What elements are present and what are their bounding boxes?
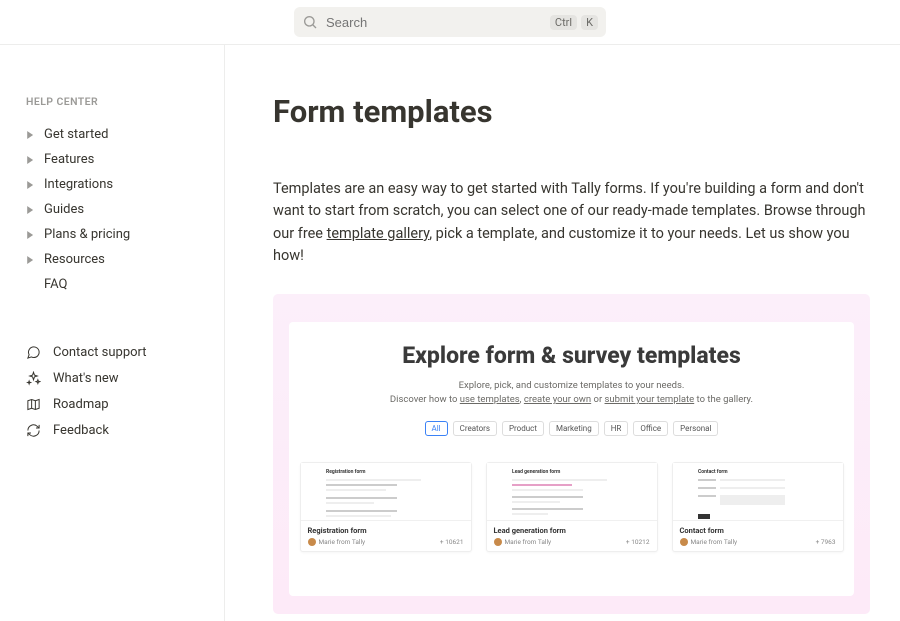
sidebar-whats-new[interactable]: What's new <box>26 365 206 391</box>
chevron-right-icon <box>26 156 34 164</box>
sidebar-item-resources[interactable]: Resources <box>26 247 206 272</box>
template-card[interactable]: Registration form Registration form Mari… <box>300 462 472 552</box>
sidebar-nav: Get started Features Integrations Guides… <box>26 122 206 297</box>
sidebar-item-features[interactable]: Features <box>26 147 206 172</box>
hero-sub-line2: Discover how to use templates, create yo… <box>390 393 753 407</box>
main-content: Form templates Templates are an easy way… <box>225 45 900 621</box>
map-icon <box>26 397 41 412</box>
sidebar-item-label: Plans & pricing <box>44 227 130 242</box>
sidebar-contact-support[interactable]: Contact support <box>26 339 206 365</box>
search-shortcut: Ctrl K <box>550 15 598 30</box>
template-card[interactable]: Lead generation form Lead generation for… <box>486 462 658 552</box>
sidebar-item-label: Integrations <box>44 177 113 192</box>
sidebar-item-integrations[interactable]: Integrations <box>26 172 206 197</box>
sidebar-item-get-started[interactable]: Get started <box>26 122 206 147</box>
search-icon <box>302 14 318 30</box>
chevron-right-icon <box>26 231 34 239</box>
filter-personal[interactable]: Personal <box>673 421 718 436</box>
sidebar-item-label: Contact support <box>53 345 147 360</box>
card-footer: Contact form Marie from Tally + 7963 <box>673 521 843 551</box>
card-title: Lead generation form <box>494 526 650 535</box>
sidebar-feedback[interactable]: Feedback <box>26 417 206 443</box>
sidebar-item-label: FAQ <box>44 277 67 292</box>
page-title: Form templates <box>273 93 870 130</box>
kbd-ctrl: Ctrl <box>550 15 577 30</box>
hero-sub-line1: Explore, pick, and customize templates t… <box>390 379 753 393</box>
chevron-right-icon <box>26 256 34 264</box>
template-cards: Registration form Registration form Mari… <box>299 462 844 552</box>
avatar <box>680 538 688 546</box>
filter-row: All Creators Product Marketing HR Office… <box>425 421 719 436</box>
chevron-right-icon <box>26 181 34 189</box>
chevron-right-icon <box>26 131 34 139</box>
card-title: Contact form <box>680 526 836 535</box>
sidebar-item-plans[interactable]: Plans & pricing <box>26 222 206 247</box>
chat-icon <box>26 345 41 360</box>
card-footer: Lead generation form Marie from Tally + … <box>487 521 657 551</box>
kbd-k: K <box>581 15 598 30</box>
filter-marketing[interactable]: Marketing <box>549 421 599 436</box>
sidebar-secondary: Contact support What's new Roadmap Feedb… <box>26 339 206 443</box>
sidebar-item-label: Guides <box>44 202 84 217</box>
filter-hr[interactable]: HR <box>604 421 629 436</box>
card-metric: + 7963 <box>816 538 836 546</box>
sidebar: HELP CENTER Get started Features Integra… <box>0 45 225 621</box>
search-box[interactable]: Ctrl K <box>294 7 606 37</box>
refresh-icon <box>26 423 41 438</box>
card-metric: + 10212 <box>626 538 650 546</box>
card-metric: + 10621 <box>440 538 464 546</box>
hero-inner: Explore form & survey templates Explore,… <box>289 322 854 596</box>
avatar <box>308 538 316 546</box>
template-gallery-link[interactable]: template gallery <box>327 225 430 242</box>
card-author: Marie from Tally <box>691 538 738 546</box>
hero-title: Explore form & survey templates <box>402 342 741 369</box>
sidebar-item-label: Get started <box>44 127 108 142</box>
sidebar-roadmap[interactable]: Roadmap <box>26 391 206 417</box>
topbar: Ctrl K <box>0 0 900 45</box>
card-preview: Lead generation form <box>487 463 657 521</box>
hero-subtitle: Explore, pick, and customize templates t… <box>390 379 753 408</box>
intro-paragraph: Templates are an easy way to get started… <box>273 178 870 268</box>
template-card[interactable]: Contact form Contact form Marie from Tal… <box>672 462 844 552</box>
avatar <box>494 538 502 546</box>
sparkle-icon <box>26 371 41 386</box>
sidebar-item-label: Roadmap <box>53 397 109 412</box>
chevron-right-icon <box>26 206 34 214</box>
sidebar-item-guides[interactable]: Guides <box>26 197 206 222</box>
sidebar-item-faq[interactable]: FAQ <box>26 272 206 297</box>
filter-creators[interactable]: Creators <box>453 421 497 436</box>
sidebar-item-label: What's new <box>53 371 119 386</box>
filter-product[interactable]: Product <box>502 421 544 436</box>
card-preview: Registration form <box>301 463 471 521</box>
filter-office[interactable]: Office <box>633 421 668 436</box>
card-author: Marie from Tally <box>505 538 552 546</box>
search-input[interactable] <box>326 15 542 30</box>
card-preview: Contact form <box>673 463 843 521</box>
hero-link-submit[interactable]: submit your template <box>605 394 695 405</box>
filter-all[interactable]: All <box>425 421 448 436</box>
card-author: Marie from Tally <box>319 538 366 546</box>
hero-banner: Explore form & survey templates Explore,… <box>273 294 870 614</box>
sidebar-item-label: Features <box>44 152 94 167</box>
card-title: Registration form <box>308 526 464 535</box>
sidebar-item-label: Feedback <box>53 423 109 438</box>
sidebar-heading: HELP CENTER <box>26 95 206 108</box>
card-footer: Registration form Marie from Tally + 106… <box>301 521 471 551</box>
sidebar-item-label: Resources <box>44 252 105 267</box>
hero-link-create[interactable]: create your own <box>524 394 591 405</box>
hero-link-use[interactable]: use templates <box>460 394 520 405</box>
